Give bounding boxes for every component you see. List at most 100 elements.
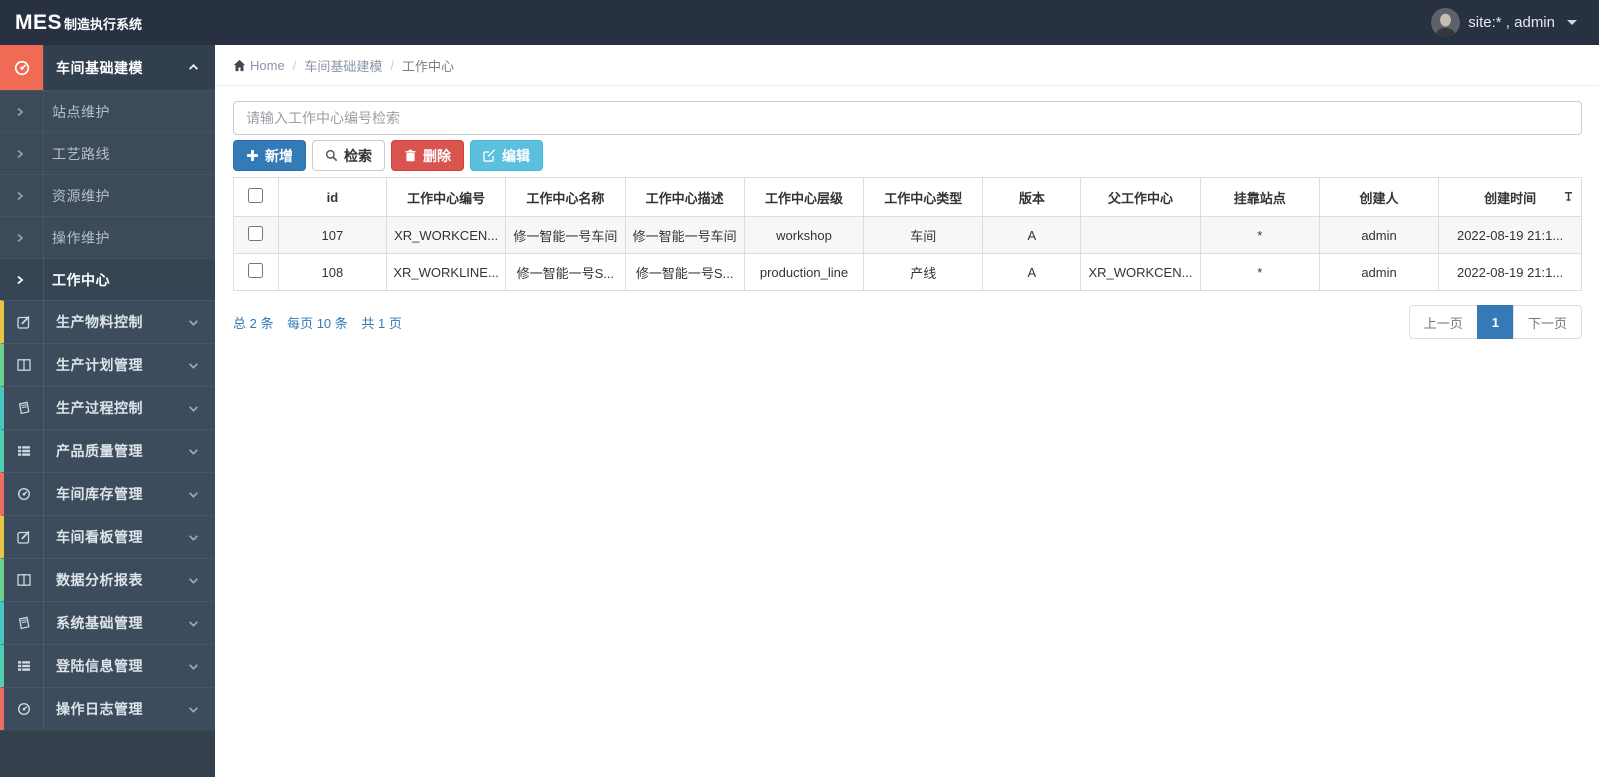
edit-icon [483,149,496,162]
sidebar-item-label: 操作日志管理 [56,701,143,717]
sidebar-icon-column-divider [43,45,44,730]
breadcrumb-current: 工作中心 [401,58,454,74]
columns-icon [4,573,43,587]
cell-station: * [1199,253,1320,291]
chevron-down-icon [188,661,199,672]
column-header-parent: 父工作中心 [1080,177,1201,217]
table-row[interactable]: 108 XR_WORKLINE... 修一智能一号S... 修一智能一号S...… [233,253,1582,291]
sidebar-subitem-operation-maintenance[interactable]: 操作维护 [0,216,215,258]
sidebar-item-label: 系统基础管理 [56,615,143,631]
chevron-right-icon [0,149,39,159]
sidebar-item-data-analysis-report[interactable]: 数据分析报表 [0,558,215,601]
next-page-button[interactable]: 下一页 [1512,305,1582,339]
breadcrumb-separator: / [390,57,394,73]
breadcrumb-separator: / [292,57,297,73]
cell-id: 107 [277,216,387,254]
column-header-station: 挂靠站点 [1199,177,1320,217]
app-logo[interactable]: MES 制造执行系统 [0,11,142,35]
user-menu[interactable]: site:* , admin [1431,8,1599,37]
chevron-down-icon [188,317,199,328]
cell-creator: admin [1318,253,1440,291]
cell-version: A [982,253,1082,291]
column-header-creator: 创建人 [1318,177,1440,217]
sidebar-subitem-resource-maintenance[interactable]: 资源维护 [0,174,215,216]
sidebar-item-workshop-kanban-management[interactable]: 车间看板管理 [0,515,215,558]
add-button[interactable]: 新增 [233,140,306,171]
search-input[interactable] [233,101,1582,135]
sidebar-subitem-label: 站点维护 [52,103,110,120]
sidebar-item-label: 车间看板管理 [56,529,143,545]
pager: 上一页 1 下一页 [1408,305,1582,339]
edit-button[interactable]: 编辑 [470,140,543,171]
sidebar-subitem-label: 操作维护 [52,229,110,246]
sidebar-item-label: 生产过程控制 [56,400,143,416]
pin-column-icon[interactable] [1564,191,1573,203]
caret-down-icon [1567,20,1577,25]
sidebar-item-workshop-inventory-management[interactable]: 车间库存管理 [0,472,215,515]
main-content: Home / 车间基础建模 / 工作中心 新增 检索 删除 [215,45,1599,777]
plus-icon [247,150,258,161]
logo-text-bold: MES [15,10,63,34]
breadcrumb-section-link[interactable]: 车间基础建模 [304,56,382,75]
logo-text-rest: 制造执行系统 [64,16,143,32]
chevron-down-icon [188,489,199,500]
column-header-type: 工作中心类型 [863,177,984,217]
chevron-right-icon [0,107,39,117]
cell-station: * [1199,216,1320,254]
sidebar-item-production-material-control[interactable]: 生产物料控制 [0,300,215,343]
chevron-up-icon [188,62,199,73]
pagination-total[interactable]: 总 2 条 [233,316,273,331]
th-list-icon [4,659,43,673]
sidebar-item-label: 登陆信息管理 [56,658,143,674]
sidebar-item-workshop-basic-modeling[interactable]: 车间基础建模 [0,45,215,90]
sidebar-subitem-label: 资源维护 [52,187,110,204]
prev-page-button[interactable]: 上一页 [1408,305,1478,339]
chevron-down-icon [188,704,199,715]
sidebar-item-system-basic-management[interactable]: 系统基础管理 [0,601,215,644]
breadcrumb-home-link[interactable]: Home [250,58,285,73]
sidebar-item-label: 车间库存管理 [56,486,143,502]
pagination-per-page[interactable]: 每页 10 条 [287,316,348,331]
select-all-checkbox[interactable] [248,188,264,203]
sidebar-subitem-site-maintenance[interactable]: 站点维护 [0,90,215,132]
sidebar-item-production-process-control[interactable]: 生产过程控制 [0,386,215,429]
search-button[interactable]: 检索 [312,140,385,171]
columns-icon [4,358,43,372]
add-button-label: 新增 [265,147,293,164]
sidebar-item-operation-log-management[interactable]: 操作日志管理 [0,687,215,730]
home-icon [233,59,246,72]
column-header-level: 工作中心层级 [743,177,865,217]
cell-creator: admin [1318,216,1440,254]
cell-type: 产线 [863,253,984,291]
pencil-square-icon [4,530,43,544]
delete-button[interactable]: 删除 [391,140,464,171]
top-navbar: MES 制造执行系统 site:* , admin [0,0,1599,45]
row-select-cell [233,216,279,254]
chevron-down-icon [188,532,199,543]
cell-description: 修一智能一号车间 [624,216,745,254]
column-header-created-time: 创建时间 [1438,177,1582,217]
sidebar-subitem-process-route[interactable]: 工艺路线 [0,132,215,174]
select-all-header [233,177,279,217]
pagination-page-count[interactable]: 共 1 页 [361,316,401,331]
page-body: 新增 检索 删除 编辑 [215,86,1599,339]
app-window: MES 制造执行系统 site:* , admin 车间基础建模 站点维护 工艺… [0,0,1599,777]
search-icon [325,149,338,162]
sidebar-item-production-plan-management[interactable]: 生产计划管理 [0,343,215,386]
chevron-right-icon [0,191,39,201]
column-header-id: id [277,177,387,217]
select-row-checkbox[interactable] [248,226,264,241]
pagination-summary: 总 2 条 每页 10 条 共 1 页 [233,313,412,332]
cell-level: workshop [743,216,865,254]
sidebar-item-login-info-management[interactable]: 登陆信息管理 [0,644,215,687]
sidebar-item-product-quality-management[interactable]: 产品质量管理 [0,429,215,472]
sidebar: 车间基础建模 站点维护 工艺路线 资源维护 操作维护 工作中心 生产物料控制 生… [0,45,215,777]
sidebar-subitem-work-center[interactable]: 工作中心 [0,258,215,300]
table-row[interactable]: 107 XR_WORKCEN... 修一智能一号车间 修一智能一号车间 work… [233,216,1582,254]
sidebar-subitem-label: 工艺路线 [52,145,110,162]
sidebar-subitem-label: 工作中心 [52,271,110,288]
page-1-button[interactable]: 1 [1476,305,1514,339]
cell-created-time: 2022-08-19 21:1... [1438,216,1582,254]
select-row-checkbox[interactable] [248,263,264,278]
th-list-icon [4,444,43,458]
